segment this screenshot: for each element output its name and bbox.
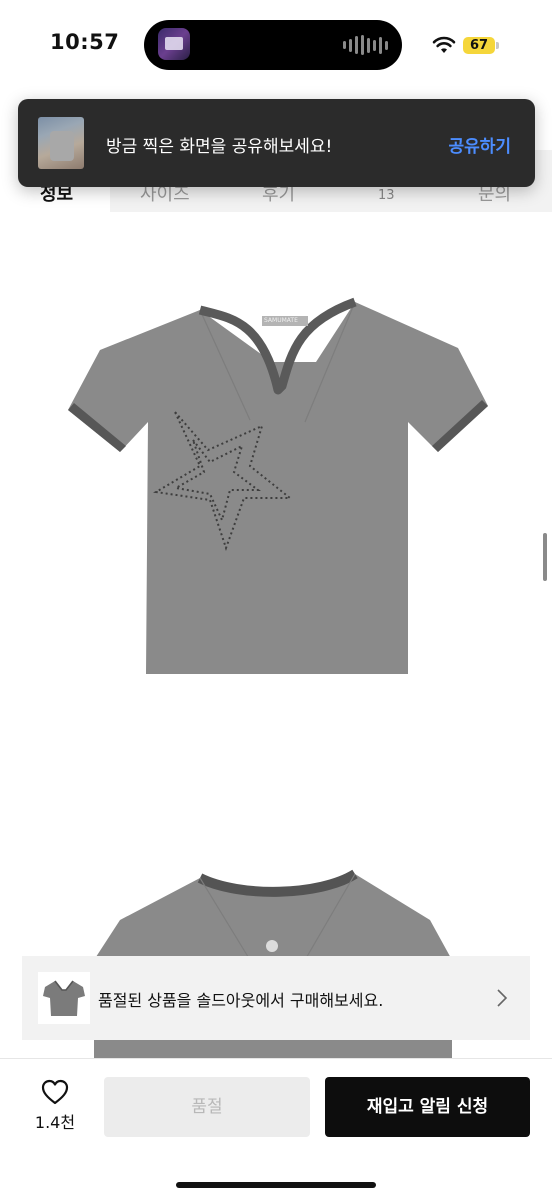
product-brand-tag-text: SAMUMATE <box>264 317 298 324</box>
home-indicator[interactable] <box>176 1182 376 1188</box>
dynamic-island-app-icon <box>158 28 190 60</box>
review-count: 13 <box>378 188 395 203</box>
like-button[interactable]: 1.4천 <box>30 1079 80 1133</box>
share-toast-message: 방금 찍은 화면을 공유해보세요! <box>106 137 333 157</box>
bottom-action-bar: 1.4천 품절 재입고 알림 신청 <box>0 1058 552 1200</box>
soldout-banner[interactable]: 품절된 상품을 솔드아웃에서 구매해보세요. <box>22 956 530 1040</box>
restock-alert-button[interactable]: 재입고 알림 신청 <box>325 1077 530 1137</box>
battery-tip <box>496 42 499 49</box>
soldout-banner-text: 품절된 상품을 솔드아웃에서 구매해보세요. <box>98 991 384 1010</box>
share-button[interactable]: 공유하기 <box>448 132 511 157</box>
soldout-button: 품절 <box>104 1077 310 1137</box>
battery-icon: 67 <box>463 37 495 54</box>
status-time: 10:57 <box>50 30 120 54</box>
wifi-icon <box>432 36 456 53</box>
audio-wave-icon <box>343 35 388 55</box>
like-count: 1.4천 <box>34 1113 76 1132</box>
chevron-right-icon <box>497 989 508 1007</box>
heart-icon <box>41 1079 69 1105</box>
status-bar: 10:57 67 <box>0 0 552 90</box>
page-scrollbar[interactable] <box>543 533 547 581</box>
tshirt-thumbnail-icon <box>38 972 90 1024</box>
share-toast: 방금 찍은 화면을 공유해보세요! 공유하기 <box>18 99 535 187</box>
dynamic-island[interactable] <box>144 20 402 70</box>
screenshot-thumbnail-icon[interactable] <box>38 117 84 169</box>
